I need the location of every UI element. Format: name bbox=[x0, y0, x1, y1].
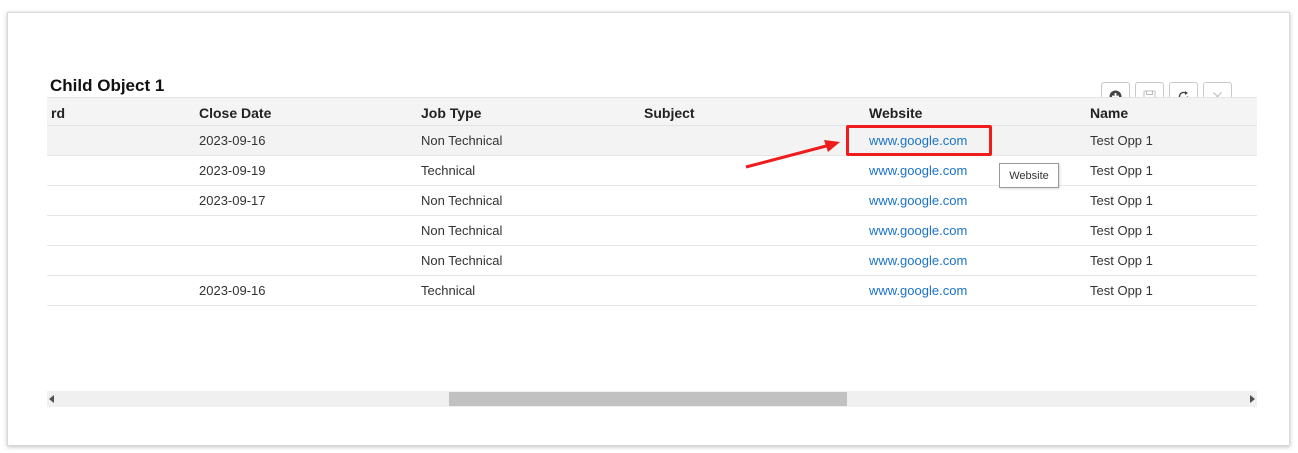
column-header-website[interactable]: Website bbox=[869, 105, 922, 121]
column-header-truncated[interactable]: rd bbox=[51, 105, 65, 121]
job-type-cell: Technical bbox=[421, 283, 476, 298]
job-type-cell: Technical bbox=[421, 163, 476, 178]
close-date-cell: 2023-09-17 bbox=[199, 193, 266, 208]
website-tooltip: Website bbox=[999, 163, 1059, 188]
scroll-left-arrow-icon[interactable] bbox=[49, 395, 54, 403]
job-type-cell: Non Technical bbox=[421, 133, 503, 148]
name-cell: Test Opp 1 bbox=[1090, 253, 1153, 268]
table-row[interactable]: 2023-09-17 Non Technical www.google.com … bbox=[47, 186, 1257, 216]
highlight-annotation-box bbox=[846, 125, 992, 156]
close-date-cell: 2023-09-16 bbox=[199, 133, 266, 148]
website-link[interactable]: www.google.com bbox=[869, 163, 967, 178]
job-type-cell: Non Technical bbox=[421, 193, 503, 208]
website-link[interactable]: www.google.com bbox=[869, 253, 967, 268]
name-cell: Test Opp 1 bbox=[1090, 163, 1153, 178]
column-header-name[interactable]: Name bbox=[1090, 105, 1128, 121]
name-cell: Test Opp 1 bbox=[1090, 133, 1153, 148]
scroll-right-arrow-icon[interactable] bbox=[1250, 395, 1255, 403]
table-row[interactable]: Non Technical www.google.com Test Opp 1 bbox=[47, 246, 1257, 276]
horizontal-scrollbar[interactable] bbox=[47, 391, 1257, 407]
name-cell: Test Opp 1 bbox=[1090, 223, 1153, 238]
table-row[interactable]: 2023-09-16 Technical www.google.com Test… bbox=[47, 276, 1257, 306]
job-type-cell: Non Technical bbox=[421, 253, 503, 268]
website-link[interactable]: www.google.com bbox=[869, 193, 967, 208]
column-header-subject[interactable]: Subject bbox=[644, 105, 695, 121]
name-cell: Test Opp 1 bbox=[1090, 193, 1153, 208]
annotation-arrow bbox=[745, 140, 840, 169]
grid-header: rd Close Date Job Type Subject Website N… bbox=[47, 97, 1257, 126]
table-row[interactable]: 2023-09-16 Non Technical www.google.com … bbox=[47, 126, 1257, 156]
table-row[interactable]: 2023-09-19 Technical www.google.com Test… bbox=[47, 156, 1257, 186]
close-date-cell: 2023-09-16 bbox=[199, 283, 266, 298]
scrollbar-thumb[interactable] bbox=[449, 392, 847, 406]
website-link[interactable]: www.google.com bbox=[869, 223, 967, 238]
table-row[interactable]: Non Technical www.google.com Test Opp 1 bbox=[47, 216, 1257, 246]
job-type-cell: Non Technical bbox=[421, 223, 503, 238]
data-grid: rd Close Date Job Type Subject Website N… bbox=[47, 97, 1257, 307]
panel-title: Child Object 1 bbox=[50, 76, 165, 95]
column-header-close-date[interactable]: Close Date bbox=[199, 105, 271, 121]
close-date-cell: 2023-09-19 bbox=[199, 163, 266, 178]
name-cell: Test Opp 1 bbox=[1090, 283, 1153, 298]
website-link[interactable]: www.google.com bbox=[869, 283, 967, 298]
column-header-job-type[interactable]: Job Type bbox=[421, 105, 481, 121]
